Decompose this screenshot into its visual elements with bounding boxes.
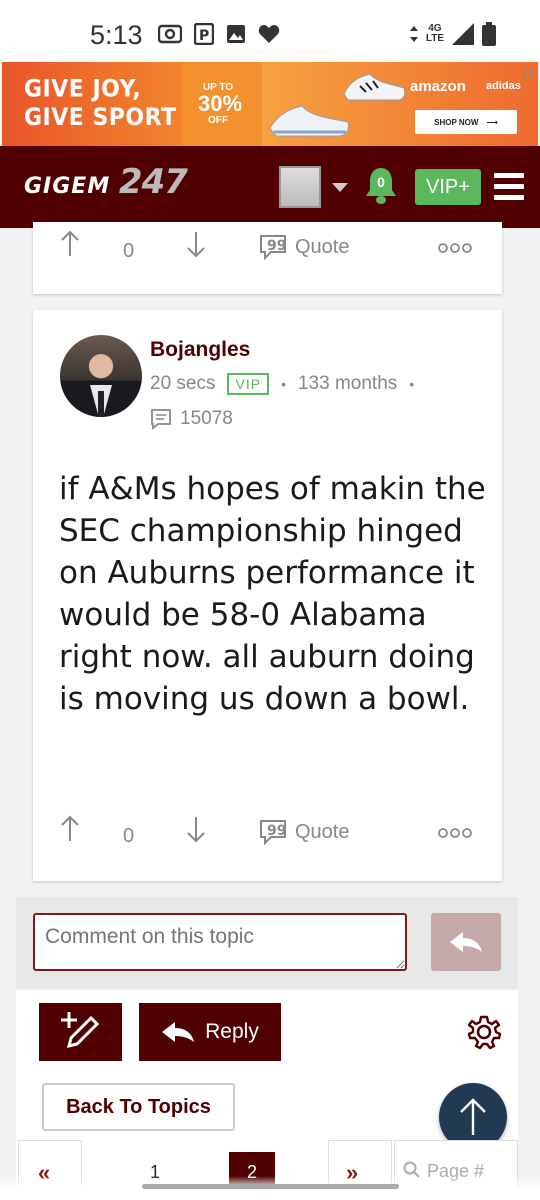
reply-label: Reply xyxy=(205,1020,259,1043)
arrow-right-icon: ⟶ xyxy=(486,117,498,127)
post-count: 15078 xyxy=(150,408,233,430)
network-type: 4G LTE xyxy=(426,24,444,44)
author-avatar[interactable] xyxy=(60,335,142,417)
ad-banner[interactable]: GIVE JOY, GIVE SPORT UP TO 30% OFF amazo… xyxy=(2,62,538,146)
adchoices-icon[interactable]: ▷ xyxy=(523,64,534,81)
quote-label: Quote xyxy=(295,820,350,843)
quote-button[interactable]: 99 Quote xyxy=(259,234,349,260)
quote-icon: 99 xyxy=(260,235,286,260)
logo-number: 247 xyxy=(118,162,188,202)
author-username[interactable]: Bojangles xyxy=(150,338,250,362)
separator-dot: • xyxy=(281,376,286,392)
status-bar: 5:13 P 4G LTE xyxy=(0,0,540,62)
reply-button[interactable]: Reply xyxy=(139,1003,281,1061)
clock: 5:13 xyxy=(90,20,143,50)
gear-icon[interactable] xyxy=(466,1014,502,1050)
site-logo[interactable]: GIGEM 247 xyxy=(24,162,188,202)
member-duration: 133 months xyxy=(297,373,398,394)
ad-offer: UP TO 30% OFF xyxy=(198,82,243,126)
ad-headline: GIVE JOY, GIVE SPORT xyxy=(24,75,177,132)
logo-text: GIGEM xyxy=(24,174,111,199)
network-lte: LTE xyxy=(425,33,444,44)
quote-label: Quote xyxy=(295,235,350,258)
data-arrows-icon xyxy=(409,26,418,42)
ad-headline-line2: GIVE SPORT xyxy=(24,104,177,132)
parking-icon: P xyxy=(194,23,214,45)
post-body: if A&Ms hopes of makin the SEC champions… xyxy=(59,471,486,717)
notification-icons: P xyxy=(158,23,280,45)
back-to-topics-button[interactable]: Back To Topics xyxy=(42,1083,235,1131)
post-meta: 20 secs VIP • 133 months • xyxy=(150,373,426,395)
ad-brand-adidas: adidas xyxy=(486,80,521,92)
vip-plus-button[interactable]: VIP+ xyxy=(415,169,481,205)
vote-count: 0 xyxy=(123,240,135,262)
upvote-icon[interactable] xyxy=(60,230,80,258)
posts-icon xyxy=(151,409,171,430)
ad-shop-now-button[interactable]: SHOP NOW ⟶ xyxy=(415,110,517,134)
quote-button[interactable]: 99 Quote xyxy=(259,819,349,845)
radio-icon xyxy=(158,24,182,44)
svg-text:99: 99 xyxy=(267,238,286,254)
user-avatar[interactable] xyxy=(279,166,321,208)
notification-count: 0 xyxy=(377,174,385,190)
heart-icon xyxy=(258,25,280,43)
reply-arrow-icon xyxy=(450,932,482,952)
shoe-image-1 xyxy=(343,73,406,101)
signal-icon xyxy=(452,23,474,45)
shoe-image-2 xyxy=(269,105,349,137)
previous-post-card: 0 99 Quote xyxy=(33,222,502,294)
post-card: Bojangles 20 secs VIP • 133 months • 150… xyxy=(33,310,502,881)
downvote-icon[interactable] xyxy=(186,230,206,258)
ad-cta-label: SHOP NOW xyxy=(434,117,479,127)
menu-icon[interactable] xyxy=(494,173,524,206)
send-comment-button[interactable] xyxy=(431,913,501,971)
ad-off: OFF xyxy=(208,115,228,126)
post-count-value: 15078 xyxy=(180,408,233,429)
ad-percent: 30% xyxy=(198,91,243,116)
reply-arrow-icon xyxy=(162,1022,195,1042)
ad-brand-amazon: amazon xyxy=(410,78,466,95)
vote-count: 0 xyxy=(123,825,135,847)
gesture-nav-handle[interactable] xyxy=(142,1184,399,1189)
separator-dot: • xyxy=(409,376,415,392)
image-icon xyxy=(227,25,245,43)
svg-text:P: P xyxy=(199,28,209,44)
downvote-icon[interactable] xyxy=(186,815,206,843)
compose-icon xyxy=(60,1012,99,1049)
svg-text:99: 99 xyxy=(267,823,286,839)
quote-icon: 99 xyxy=(260,820,286,845)
post-actions: 0 99 Quote xyxy=(33,815,502,855)
more-options-icon[interactable] xyxy=(437,242,473,254)
vip-badge: VIP xyxy=(227,373,270,395)
system-icons: 4G LTE xyxy=(409,22,496,46)
arrow-up-icon xyxy=(460,1098,486,1135)
ad-headline-line1: GIVE JOY, xyxy=(24,75,142,103)
post-actions: 0 99 Quote xyxy=(33,230,502,270)
battery-icon xyxy=(482,22,496,46)
chevron-down-icon[interactable] xyxy=(332,183,348,192)
more-options-icon[interactable] xyxy=(437,827,473,839)
comment-input[interactable] xyxy=(33,913,407,971)
new-topic-button[interactable] xyxy=(39,1003,122,1061)
upvote-icon[interactable] xyxy=(60,815,80,843)
post-time: 20 secs xyxy=(150,373,216,394)
